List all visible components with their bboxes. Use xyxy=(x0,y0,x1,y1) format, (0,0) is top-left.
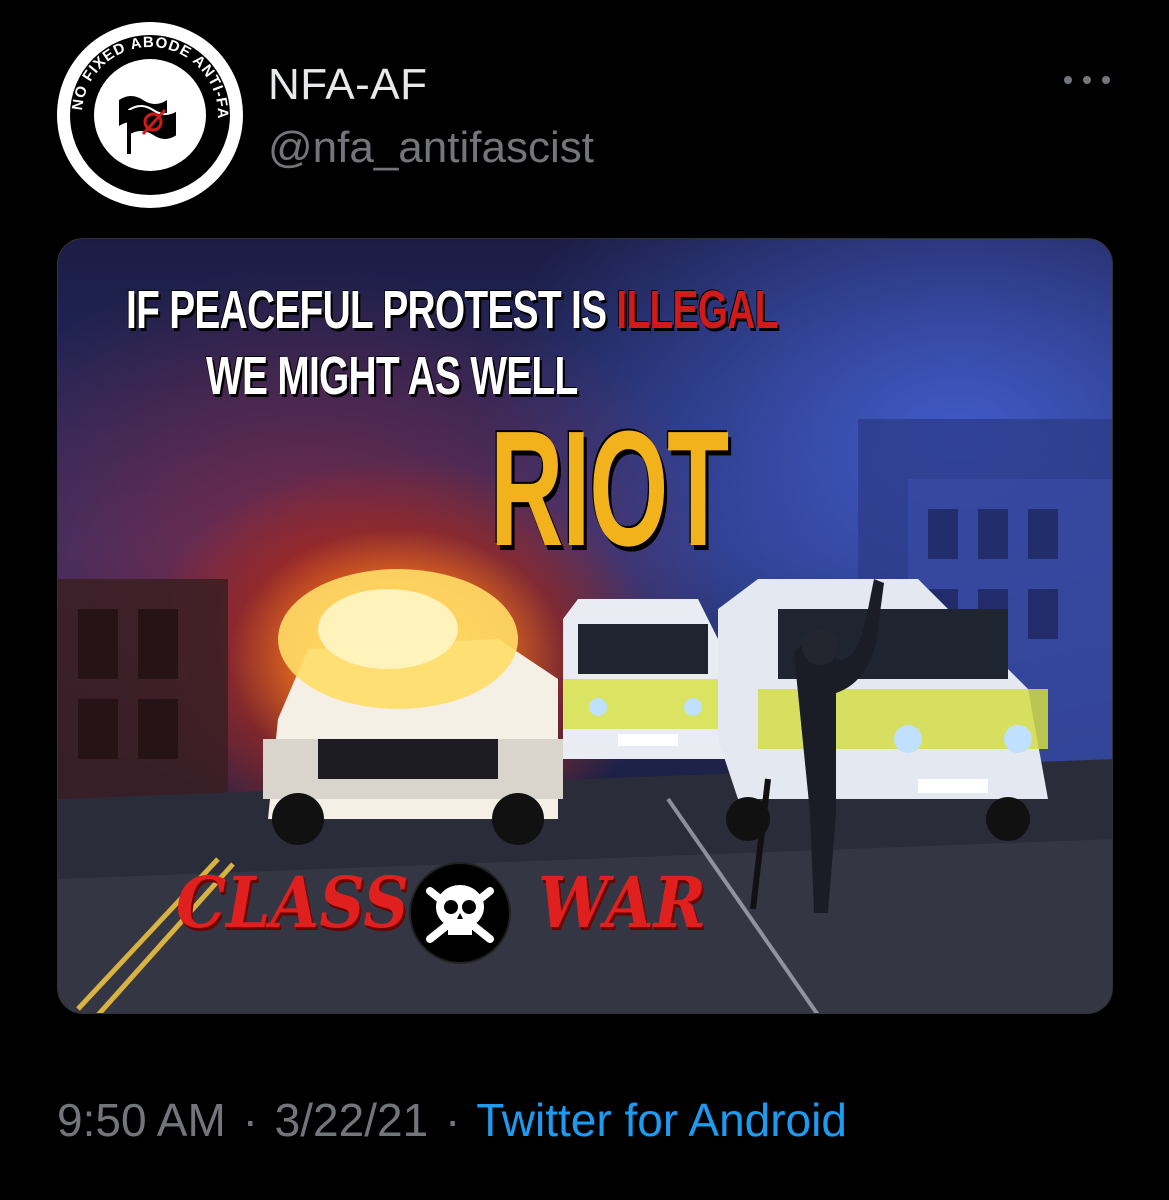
antifa-flag-logo-icon: NO FIXED ABODE ANTI-FASCISTS xyxy=(57,22,240,205)
tweet-source-link[interactable]: Twitter for Android xyxy=(476,1094,847,1146)
more-horizontal-icon xyxy=(1064,76,1072,84)
meta-separator: · xyxy=(242,1094,258,1146)
class-war-logo-war: WAR xyxy=(538,861,706,944)
more-options-button[interactable] xyxy=(1064,68,1110,92)
poster-headline-line1: IF PEACEFUL PROTEST IS ILLEGAL xyxy=(126,279,778,341)
poster-headline-prefix: IF PEACEFUL PROTEST IS xyxy=(126,280,617,340)
more-dot xyxy=(1083,76,1091,84)
meta-separator: · xyxy=(444,1094,461,1146)
tweet-time[interactable]: 9:50 AM xyxy=(57,1094,226,1146)
skull-crossbones-icon xyxy=(409,862,511,964)
profile-avatar[interactable]: NO FIXED ABODE ANTI-FASCISTS xyxy=(57,22,243,208)
poster-illegal-word: ILLEGAL xyxy=(616,280,778,340)
tweet-date[interactable]: 3/22/21 xyxy=(275,1094,428,1146)
class-war-logo-class: CLASS xyxy=(176,861,409,944)
more-dot xyxy=(1102,76,1110,84)
poster-riot-word: RIOT xyxy=(490,397,729,580)
tweet-media-image[interactable]: IF PEACEFUL PROTEST IS ILLEGAL WE MIGHT … xyxy=(57,238,1113,1014)
tweet-meta: 9:50 AM · 3/22/21 · Twitter for Android xyxy=(57,1093,847,1147)
user-handle[interactable]: @nfa_antifascist xyxy=(268,123,594,173)
display-name[interactable]: NFA-AF xyxy=(268,60,427,110)
